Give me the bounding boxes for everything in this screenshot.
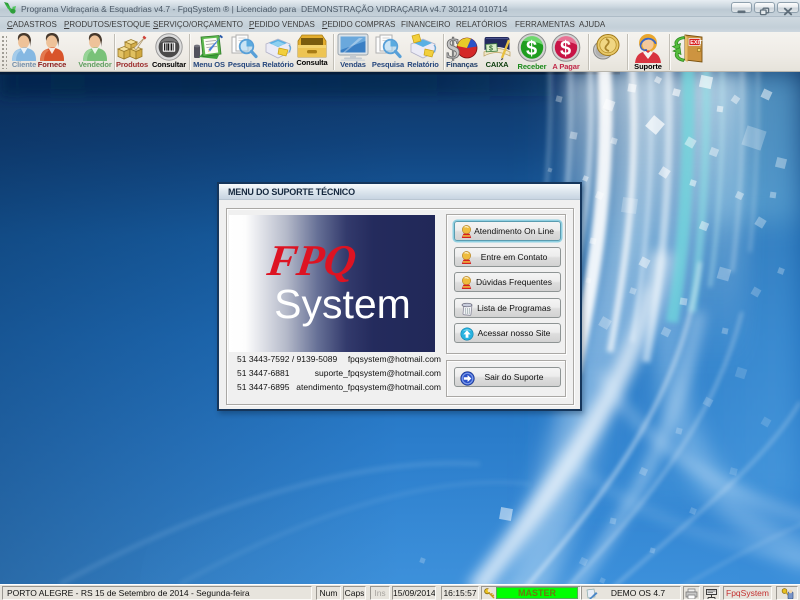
svg-text:$: $ xyxy=(560,38,571,60)
svg-text:$: $ xyxy=(446,34,460,61)
svg-text:$: $ xyxy=(489,46,493,53)
svg-text:EXIT: EXIT xyxy=(690,40,703,46)
svg-text:$: $ xyxy=(526,38,537,60)
